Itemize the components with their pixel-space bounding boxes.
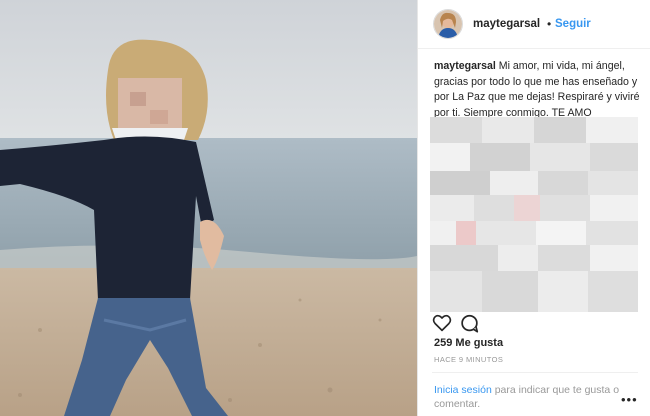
- post-timestamp[interactable]: HACE 9 MINUTOS: [434, 355, 503, 364]
- post-sidebar: maytegarsal • Seguir maytegarsal Mi amor…: [418, 0, 650, 416]
- post-caption: maytegarsal Mi amor, mi vida, mi ángel, …: [434, 59, 640, 121]
- comment-icon[interactable]: [460, 314, 479, 338]
- post-photo: [0, 0, 417, 416]
- avatar[interactable]: [433, 9, 463, 39]
- footer-divider: [432, 372, 638, 373]
- caption-username[interactable]: maytegarsal: [434, 60, 496, 72]
- separator-dot: •: [547, 17, 552, 31]
- login-link[interactable]: Inicia sesión: [434, 384, 492, 396]
- follow-button[interactable]: Seguir: [555, 18, 591, 30]
- login-prompt: Inicia sesión para indicar que te gusta …: [434, 383, 624, 411]
- blurred-comments: [430, 117, 638, 312]
- more-options-icon[interactable]: •••: [621, 392, 638, 407]
- heart-icon[interactable]: [432, 314, 452, 337]
- post-header: maytegarsal • Seguir: [418, 0, 650, 49]
- username-link[interactable]: maytegarsal: [473, 18, 540, 30]
- likes-count[interactable]: 259 Me gusta: [434, 337, 503, 349]
